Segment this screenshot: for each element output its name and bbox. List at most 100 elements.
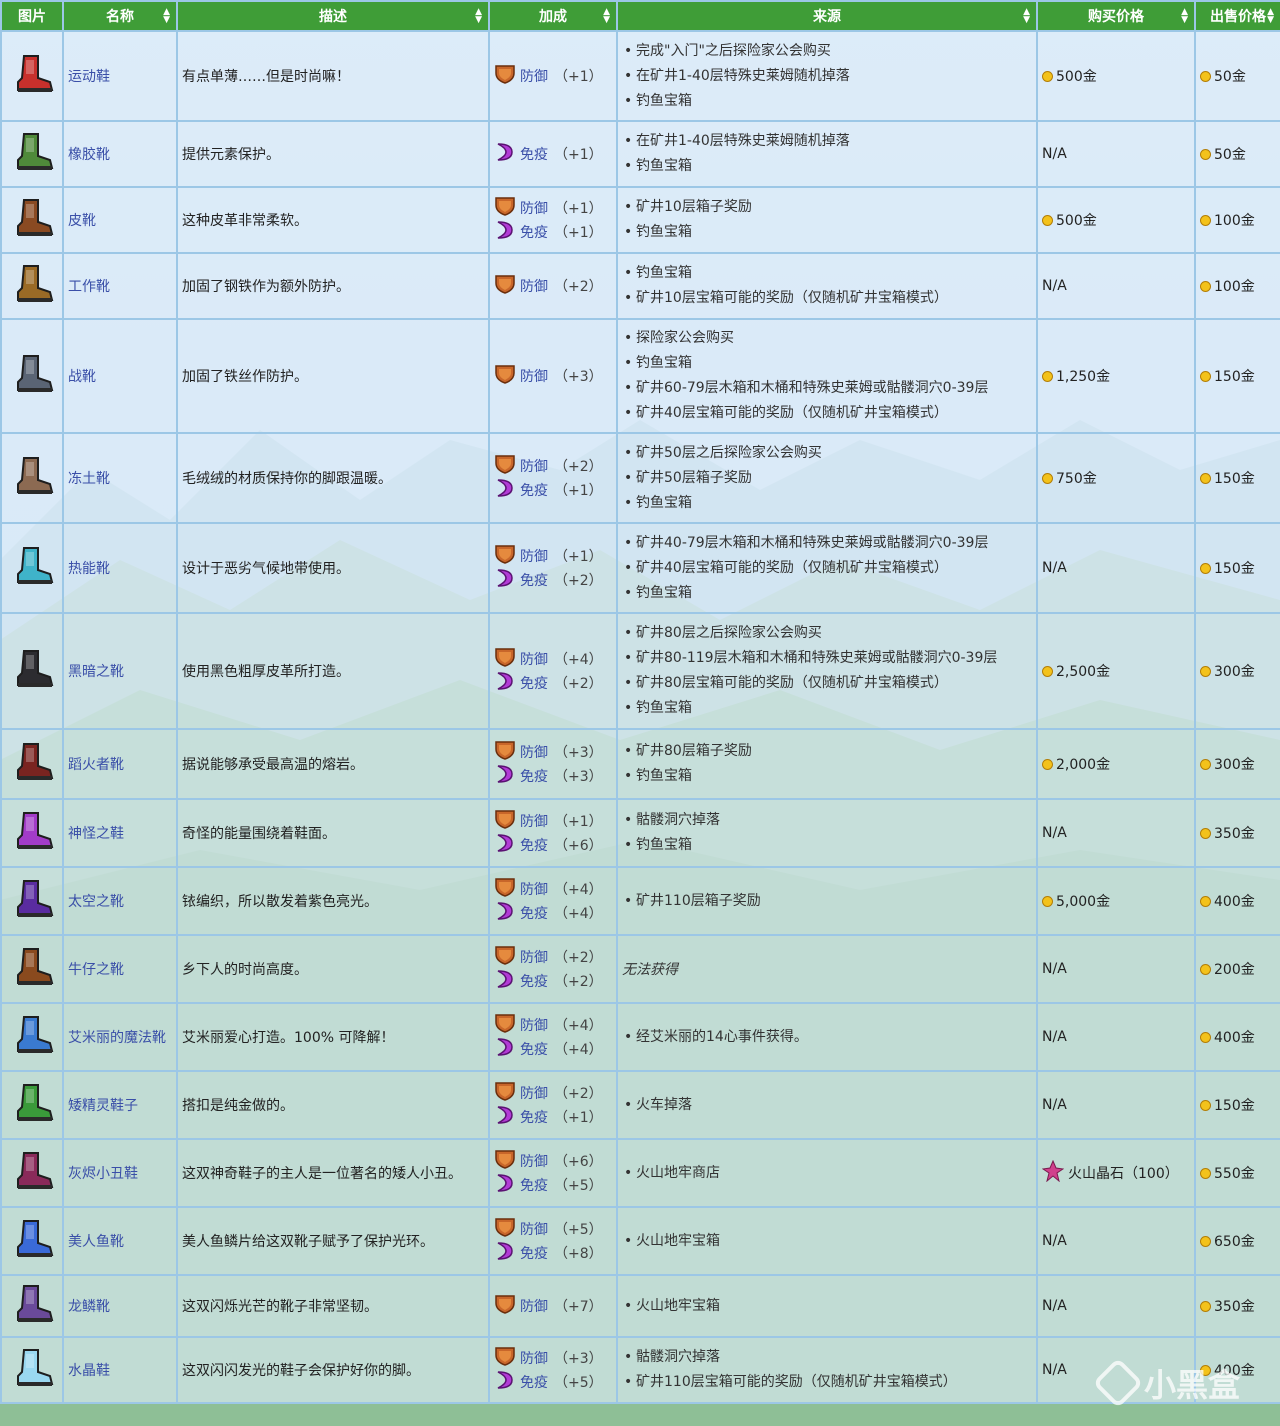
stat-label-link[interactable]: 防御 <box>520 66 548 86</box>
stat-label-link[interactable]: 防御 <box>520 649 548 669</box>
combat-boot-icon[interactable] <box>8 355 56 400</box>
immunity-icon[interactable] <box>494 141 516 167</box>
item-name-link[interactable]: 龙鳞靴 <box>62 1274 178 1338</box>
sort-icon[interactable]: ▲ ▼ <box>163 8 170 25</box>
header-sell-price[interactable]: 出售价格 ▲ ▼ <box>1194 0 1280 32</box>
stat-label-link[interactable]: 防御 <box>520 1219 548 1239</box>
immunity-icon[interactable] <box>494 763 516 789</box>
immunity-icon[interactable] <box>494 567 516 593</box>
cinder-shard-icon[interactable] <box>1041 1159 1065 1186</box>
defense-shield-icon[interactable] <box>494 877 516 901</box>
sort-icon[interactable]: ▲ ▼ <box>1023 8 1030 25</box>
defense-shield-icon[interactable] <box>494 64 516 88</box>
defense-shield-icon[interactable] <box>494 196 516 220</box>
stat-label-link[interactable]: 免疫 <box>520 480 548 500</box>
item-name-link[interactable]: 神怪之鞋 <box>62 798 178 868</box>
stat-label-link[interactable]: 免疫 <box>520 1243 548 1263</box>
sort-icon[interactable]: ▲ ▼ <box>475 8 482 25</box>
stat-label-link[interactable]: 防御 <box>520 1348 548 1368</box>
defense-shield-icon[interactable] <box>494 809 516 833</box>
immunity-icon[interactable] <box>494 968 516 994</box>
item-name-link[interactable]: 冻土靴 <box>62 432 178 524</box>
defense-shield-icon[interactable] <box>494 1294 516 1318</box>
immunity-icon[interactable] <box>494 1036 516 1062</box>
item-name-link[interactable]: 运动鞋 <box>62 30 178 122</box>
dark-boot-icon[interactable] <box>8 650 56 695</box>
item-name-link[interactable]: 战靴 <box>62 318 178 434</box>
immunity-icon[interactable] <box>494 219 516 245</box>
defense-shield-icon[interactable] <box>494 1217 516 1241</box>
stat-label-link[interactable]: 防御 <box>520 1296 548 1316</box>
immunity-icon[interactable] <box>494 477 516 503</box>
header-bonus[interactable]: 加成 ▲ ▼ <box>488 0 618 32</box>
stat-label-link[interactable]: 免疫 <box>520 971 548 991</box>
defense-shield-icon[interactable] <box>494 1149 516 1173</box>
item-name-link[interactable]: 黑暗之靴 <box>62 612 178 730</box>
dragonscale-boot-icon[interactable] <box>8 1285 56 1330</box>
item-name-link[interactable]: 水晶鞋 <box>62 1336 178 1404</box>
leather-boot-icon[interactable] <box>8 199 56 244</box>
firewalker-boot-icon[interactable] <box>8 743 56 788</box>
immunity-icon[interactable] <box>494 832 516 858</box>
item-name-link[interactable]: 橡胶靴 <box>62 120 178 188</box>
work-boot-icon[interactable] <box>8 265 56 310</box>
defense-shield-icon[interactable] <box>494 544 516 568</box>
sort-icon[interactable]: ▲ ▼ <box>603 8 610 25</box>
genie-shoe-icon[interactable] <box>8 812 56 857</box>
stat-label-link[interactable]: 免疫 <box>520 1107 548 1127</box>
mermaid-boot-icon[interactable] <box>8 1220 56 1265</box>
stat-label-link[interactable]: 免疫 <box>520 570 548 590</box>
leprechaun-shoe-icon[interactable] <box>8 1084 56 1129</box>
immunity-icon[interactable] <box>494 1240 516 1266</box>
crystal-shoe-icon[interactable] <box>8 1349 56 1394</box>
item-name-link[interactable]: 矮精灵鞋子 <box>62 1070 178 1140</box>
defense-shield-icon[interactable] <box>494 945 516 969</box>
stat-label-link[interactable]: 免疫 <box>520 835 548 855</box>
defense-shield-icon[interactable] <box>494 364 516 388</box>
stat-label-link[interactable]: 免疫 <box>520 1039 548 1059</box>
defense-shield-icon[interactable] <box>494 740 516 764</box>
immunity-icon[interactable] <box>494 1104 516 1130</box>
item-name-link[interactable]: 热能靴 <box>62 522 178 614</box>
stat-label-link[interactable]: 防御 <box>520 456 548 476</box>
defense-shield-icon[interactable] <box>494 454 516 478</box>
defense-shield-icon[interactable] <box>494 1081 516 1105</box>
cowboy-boot-icon[interactable] <box>8 948 56 993</box>
header-description[interactable]: 描述 ▲ ▼ <box>176 0 490 32</box>
stat-label-link[interactable]: 防御 <box>520 276 548 296</box>
defense-shield-icon[interactable] <box>494 1346 516 1370</box>
defense-shield-icon[interactable] <box>494 1013 516 1037</box>
stat-label-link[interactable]: 免疫 <box>520 1372 548 1392</box>
stat-label-link[interactable]: 防御 <box>520 198 548 218</box>
stat-label-link[interactable]: 免疫 <box>520 144 548 164</box>
immunity-icon[interactable] <box>494 1172 516 1198</box>
stat-label-link[interactable]: 防御 <box>520 1015 548 1035</box>
sort-icon[interactable]: ▲ ▼ <box>1267 8 1274 25</box>
defense-shield-icon[interactable] <box>494 647 516 671</box>
header-name[interactable]: 名称 ▲ ▼ <box>62 0 178 32</box>
item-name-link[interactable]: 蹈火者靴 <box>62 728 178 800</box>
red-sneaker-icon[interactable] <box>8 55 56 100</box>
space-boot-icon[interactable] <box>8 880 56 925</box>
stat-label-link[interactable]: 免疫 <box>520 903 548 923</box>
stat-label-link[interactable]: 免疫 <box>520 673 548 693</box>
sort-icon[interactable]: ▲ ▼ <box>1181 8 1188 25</box>
stat-label-link[interactable]: 免疫 <box>520 766 548 786</box>
item-name-link[interactable]: 工作靴 <box>62 252 178 320</box>
emily-boot-icon[interactable] <box>8 1016 56 1061</box>
item-name-link[interactable]: 灰烬小丑鞋 <box>62 1138 178 1208</box>
stat-label-link[interactable]: 防御 <box>520 947 548 967</box>
defense-shield-icon[interactable] <box>494 274 516 298</box>
stat-label-link[interactable]: 防御 <box>520 879 548 899</box>
immunity-icon[interactable] <box>494 900 516 926</box>
stat-label-link[interactable]: 免疫 <box>520 222 548 242</box>
header-source[interactable]: 来源 ▲ ▼ <box>616 0 1038 32</box>
immunity-icon[interactable] <box>494 1369 516 1395</box>
header-buy-price[interactable]: 购买价格 ▲ ▼ <box>1036 0 1196 32</box>
stat-label-link[interactable]: 防御 <box>520 811 548 831</box>
cinderclown-shoe-icon[interactable] <box>8 1152 56 1197</box>
item-name-link[interactable]: 太空之靴 <box>62 866 178 936</box>
item-name-link[interactable]: 皮靴 <box>62 186 178 254</box>
stat-label-link[interactable]: 防御 <box>520 1083 548 1103</box>
item-name-link[interactable]: 牛仔之靴 <box>62 934 178 1004</box>
